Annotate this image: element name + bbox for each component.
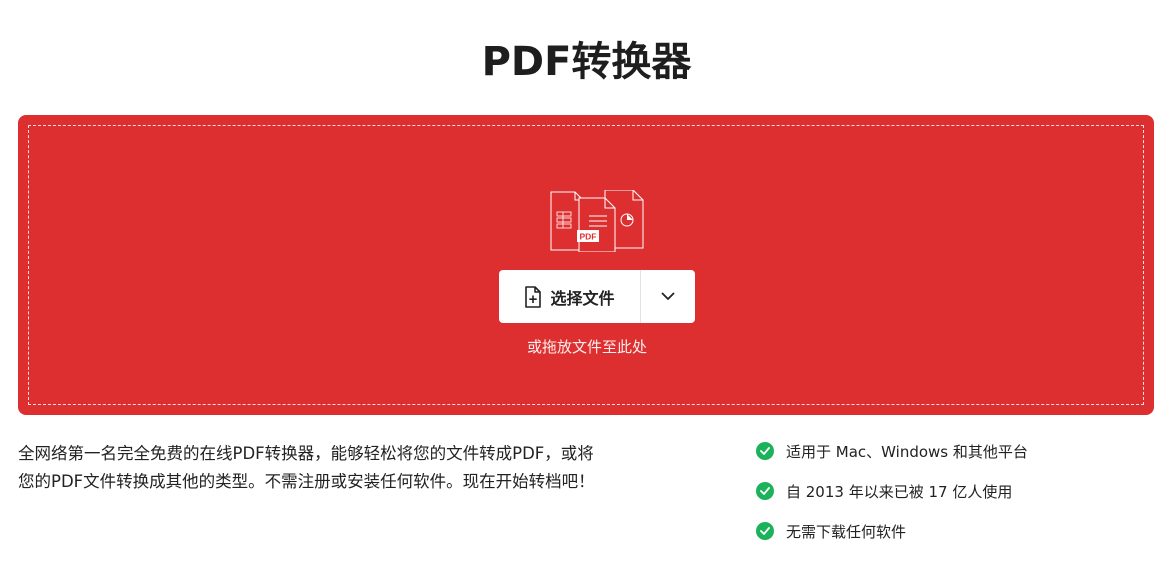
- file-add-icon: [525, 285, 542, 308]
- feature-label: 自 2013 年以来已被 17 亿人使用: [786, 482, 1013, 501]
- file-types-illustration: PDF: [550, 190, 644, 252]
- pdf-file-icon: [577, 197, 616, 252]
- feature-label: 适用于 Mac、Windows 和其他平台: [786, 442, 1028, 461]
- upload-source-dropdown-button[interactable]: [641, 270, 695, 323]
- check-circle-icon: [756, 522, 774, 540]
- page-title: PDF转换器: [481, 39, 692, 85]
- choose-file-button[interactable]: 选择文件: [499, 270, 641, 323]
- dropzone-dashed-border: PDF 选择文件 或拖放文件至此处: [28, 125, 1144, 405]
- description-line: 您的PDF文件转换成其他的类型。不需注册或安装任何软件。现在开始转档吧！: [18, 472, 595, 491]
- intro-description: 全网络第一名完全免费的在线PDF转换器，能够轻松将您的文件转成PDF，或将 您的…: [18, 440, 658, 496]
- feature-item: 自 2013 年以来已被 17 亿人使用: [756, 478, 1156, 504]
- feature-item: 无需下载任何软件: [756, 518, 1156, 544]
- description-line: 全网络第一名完全免费的在线PDF转换器，能够轻松将您的文件转成PDF，或将: [18, 444, 594, 463]
- chevron-down-icon: [661, 292, 675, 300]
- feature-item: 适用于 Mac、Windows 和其他平台: [756, 438, 1156, 464]
- feature-label: 无需下载任何软件: [786, 522, 907, 541]
- feature-list: 适用于 Mac、Windows 和其他平台 自 2013 年以来已被 17 亿人…: [756, 438, 1156, 558]
- pdf-badge-label: PDF: [580, 232, 597, 242]
- check-circle-icon: [756, 442, 774, 460]
- choose-file-label: 选择文件: [550, 288, 615, 308]
- drop-hint-text: 或拖放文件至此处: [526, 338, 647, 356]
- check-circle-icon: [756, 482, 774, 500]
- file-select-group: 选择文件: [499, 270, 695, 323]
- page: PDF转换器 PDF 选择文件 或拖放文件至此处 全网络第一名完全免费的在线PD…: [0, 0, 1173, 561]
- upload-dropzone[interactable]: PDF 选择文件 或拖放文件至此处: [18, 115, 1154, 415]
